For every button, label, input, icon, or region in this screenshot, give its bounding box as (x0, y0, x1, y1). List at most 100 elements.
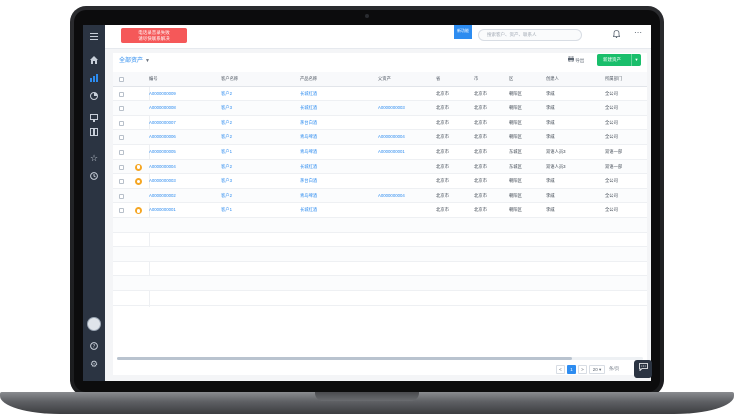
clock-icon[interactable] (83, 167, 105, 185)
row-checkbox[interactable] (119, 193, 124, 199)
row-checkbox[interactable] (119, 179, 124, 185)
more-icon[interactable]: ⋯ (634, 28, 642, 37)
create-asset-button[interactable]: 新建资产 ▼ (597, 54, 641, 66)
cell-customer[interactable]: 客户2 (221, 189, 232, 204)
cell-id[interactable]: A0000000001 (149, 203, 176, 218)
scrollbar-thumb[interactable] (117, 357, 572, 360)
row-checkbox[interactable] (119, 120, 124, 126)
cell-parent[interactable]: A0000000004 (378, 130, 405, 145)
pie-chart-icon[interactable] (83, 87, 105, 105)
cell-parent[interactable]: A0000000004 (378, 189, 405, 204)
search-input[interactable]: 搜索客户、资产、联系人 (478, 29, 582, 41)
cell-id[interactable]: A0000000005 (149, 145, 176, 160)
header-dept[interactable]: 所属部门 (605, 72, 622, 87)
cell-id[interactable]: A0000000007 (149, 116, 176, 131)
cell-product[interactable]: 长城红酒 (300, 160, 317, 175)
cell-customer[interactable]: 客户2 (221, 87, 232, 102)
cell-dept: 全公司 (605, 119, 618, 125)
next-page-button[interactable]: > (578, 364, 587, 374)
header-creator[interactable]: 创建人 (546, 72, 559, 87)
prev-page-button[interactable]: < (556, 364, 565, 374)
cell-product[interactable]: 长城红酒 (300, 87, 317, 102)
bell-icon[interactable] (612, 30, 621, 40)
table-row[interactable]: A0000000002 客户2 青岛啤酒 A0000000004 北京市 北京市 朝阳区 李威… (113, 188, 647, 204)
cell-id[interactable]: A0000000006 (149, 130, 176, 145)
cell-customer[interactable]: 客户2 (221, 130, 232, 145)
table-row[interactable]: A0000000001 客户1 长城红酒 北京市 北京市 朝阳区 李威 全公司 (113, 203, 647, 218)
cell-id[interactable]: A0000000003 (149, 174, 176, 189)
create-label: 新建资产 (603, 57, 621, 62)
table-row[interactable]: A0000000005 客户1 青岛啤酒 A0000000001 北京市 北京市 东城区 双语… (113, 145, 647, 160)
gear-icon[interactable]: ⚙ (83, 355, 105, 373)
cell-province: 北京市 (436, 207, 449, 213)
row-checkbox[interactable] (119, 208, 124, 214)
cell-city: 北京市 (474, 163, 487, 169)
header-city[interactable]: 市 (474, 72, 478, 87)
cell-parent[interactable]: A0000000001 (378, 145, 405, 160)
cell-customer[interactable]: 客户2 (221, 160, 232, 175)
cell-customer[interactable]: 客户2 (221, 116, 232, 131)
row-checkbox[interactable] (119, 135, 124, 141)
cell-product[interactable]: 长城红酒 (300, 101, 317, 116)
view-selector[interactable]: 全部资产 ▼ (119, 55, 150, 64)
cell-product[interactable]: 青岛啤酒 (300, 130, 317, 145)
header-district[interactable]: 区 (509, 72, 513, 87)
cell-city: 北京市 (474, 207, 487, 213)
table-row[interactable]: A0000000006 客户2 青岛啤酒 A0000000004 北京市 北京市 朝阳区 李威… (113, 130, 647, 145)
cell-product[interactable]: 长城红酒 (300, 203, 317, 218)
header-province[interactable]: 省 (436, 72, 440, 87)
header-parent[interactable]: 父资产 (378, 72, 391, 87)
cell-product[interactable]: 青岛啤酒 (300, 145, 317, 160)
cell-customer[interactable]: 客户1 (221, 203, 232, 218)
menu-icon[interactable] (83, 27, 105, 45)
header-id[interactable]: 编号 (149, 72, 158, 87)
select-all-checkbox[interactable] (119, 77, 124, 82)
cell-dept: 全公司 (605, 178, 618, 184)
row-checkbox[interactable] (119, 91, 124, 97)
cell-product[interactable]: 青岛啤酒 (300, 189, 317, 204)
page-1-button[interactable]: 1 (567, 364, 576, 374)
page-size-select[interactable]: 20 ▾ (589, 364, 605, 374)
content-panel: 全部资产 ▼ 导出 新建资产 ▼ 编号 客户名称 产品名称 父资产 省 市 区 … (113, 53, 647, 375)
cell-product[interactable]: 茅台白酒 (300, 116, 317, 131)
cell-customer[interactable]: 客户3 (221, 101, 232, 116)
laptop-notch (315, 392, 419, 401)
empty-row (113, 291, 647, 306)
table-row[interactable]: A0000000008 客户3 长城红酒 A0000000003 北京市 北京市 朝阳区 李威… (113, 101, 647, 116)
help-icon[interactable]: ? (83, 337, 105, 355)
cell-province: 北京市 (436, 148, 449, 154)
cell-province: 北京市 (436, 192, 449, 198)
avatar[interactable] (87, 317, 101, 331)
cell-id[interactable]: A0000000002 (149, 189, 176, 204)
table-row[interactable]: A0000000003 客户3 茅台白酒 北京市 北京市 朝阳区 李威 全公司 (113, 174, 647, 189)
row-checkbox[interactable] (119, 106, 124, 112)
row-checkbox[interactable] (119, 149, 124, 155)
row-checkbox[interactable] (119, 164, 124, 170)
chevron-down-icon[interactable]: ▼ (631, 54, 641, 66)
table-row[interactable]: A0000000007 客户2 茅台白酒 北京市 北京市 朝阳区 李威 全公司 (113, 116, 647, 131)
home-icon[interactable] (83, 51, 105, 69)
cell-id[interactable]: A0000000004 (149, 160, 176, 175)
new-feature-badge[interactable]: 新功能 (454, 25, 472, 39)
cell-customer[interactable]: 客户3 (221, 174, 232, 189)
horizontal-scrollbar[interactable] (117, 357, 643, 360)
asset-table: 编号 客户名称 产品名称 父资产 省 市 区 创建人 所属部门 A0000000… (113, 72, 647, 307)
cell-id[interactable]: A0000000009 (149, 87, 176, 102)
cell-product[interactable]: 茅台白酒 (300, 174, 317, 189)
header-customer[interactable]: 客户名称 (221, 72, 238, 87)
star-icon[interactable]: ☆ (83, 149, 105, 167)
book-icon[interactable] (83, 123, 105, 141)
chat-icon[interactable] (634, 360, 652, 378)
cell-customer[interactable]: 客户1 (221, 145, 232, 160)
table-row[interactable]: A0000000009 客户2 长城红酒 北京市 北京市 朝阳区 李威 全公司 (113, 87, 647, 102)
cell-city: 北京市 (474, 192, 487, 198)
header-product[interactable]: 产品名称 (300, 72, 317, 87)
cell-parent[interactable]: A0000000003 (378, 101, 405, 116)
cell-creator: 李威 (546, 90, 555, 96)
alert-banner[interactable]: 电话录音录失败 请尽快联系解决 (121, 28, 187, 43)
cell-id[interactable]: A0000000008 (149, 101, 176, 116)
empty-row (113, 233, 647, 248)
bar-chart-icon[interactable] (83, 69, 105, 87)
table-row[interactable]: A0000000004 客户2 长城红酒 北京市 北京市 东城区 双语人员3 双语一部 (113, 159, 647, 175)
export-button[interactable]: 导出 (568, 55, 584, 64)
